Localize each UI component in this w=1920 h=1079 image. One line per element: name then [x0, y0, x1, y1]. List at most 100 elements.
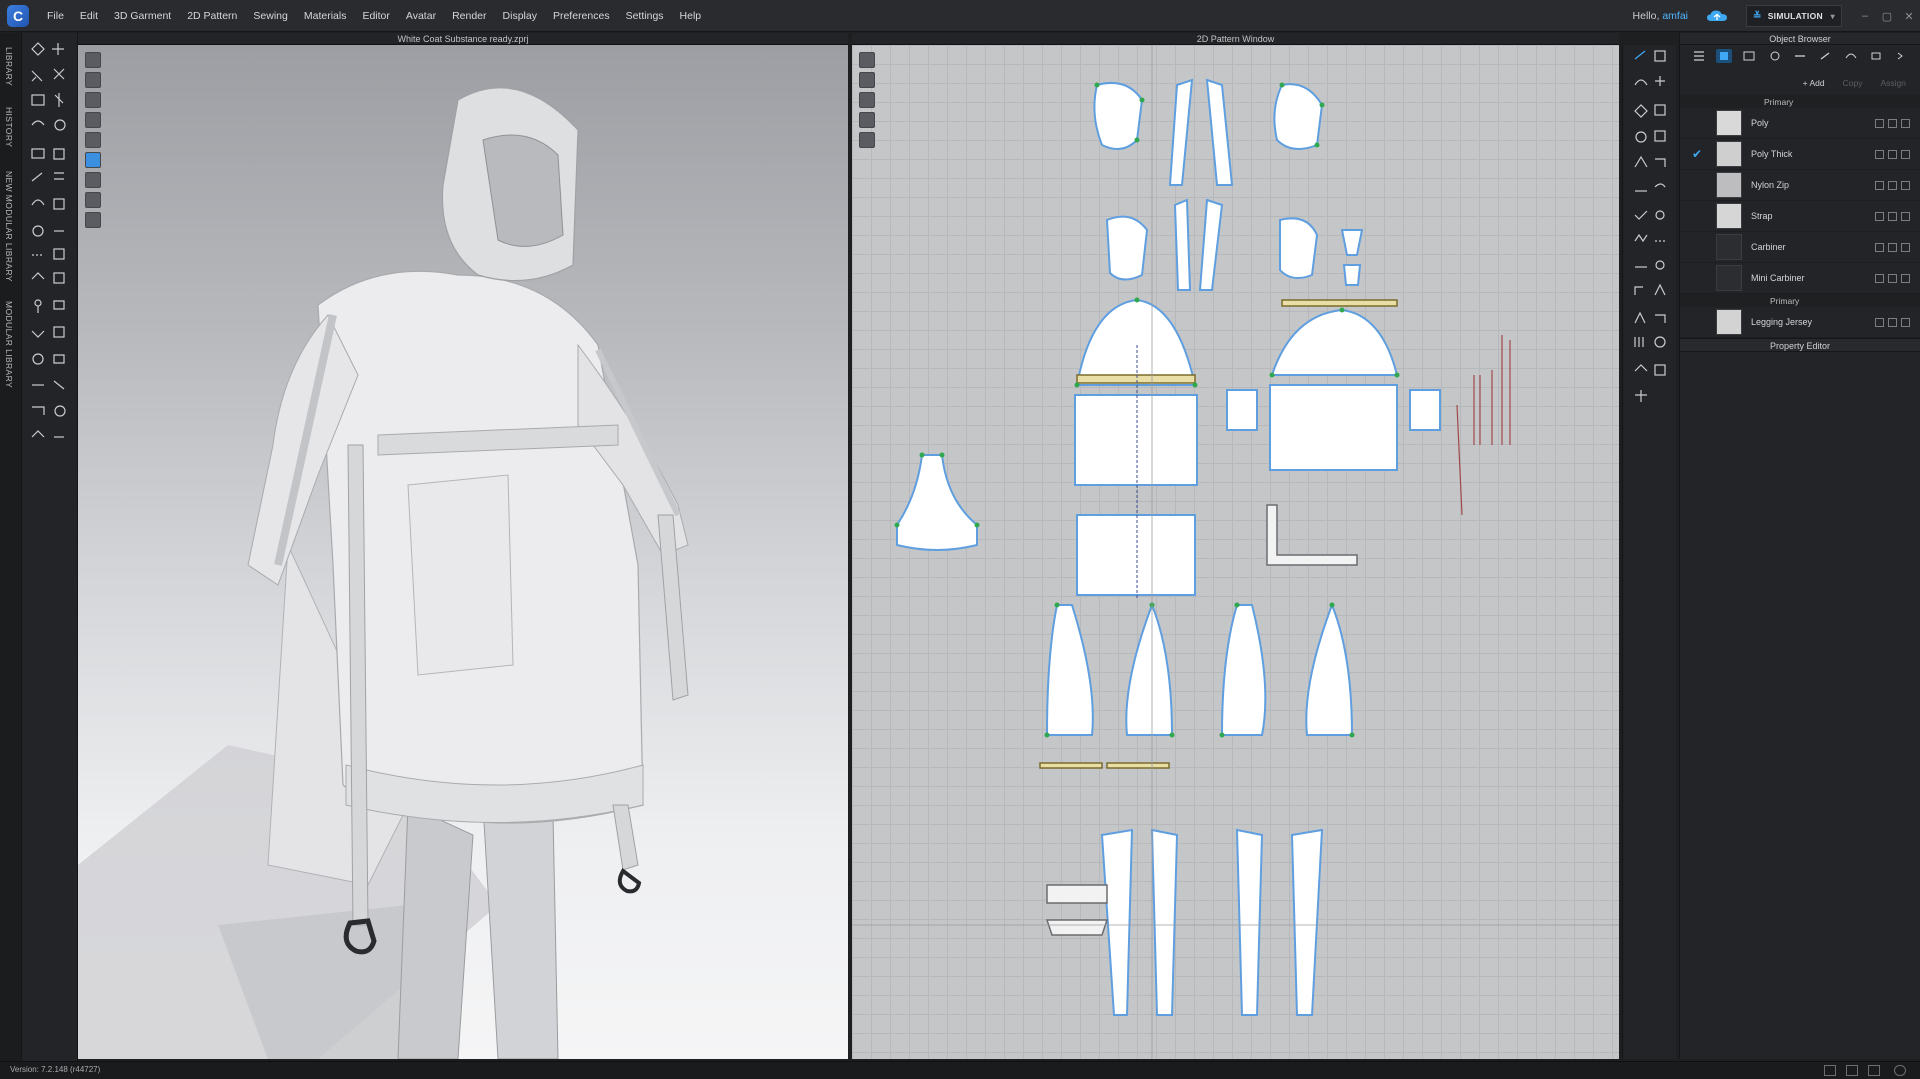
rotate-icon[interactable]	[54, 405, 66, 417]
transform-icon[interactable]	[31, 70, 43, 82]
dart-icon[interactable]	[1634, 155, 1648, 168]
menu-2d-pattern[interactable]: 2D Pattern	[179, 0, 245, 32]
menu-settings[interactable]: Settings	[618, 0, 672, 32]
copy-icon[interactable]	[1888, 118, 1897, 128]
annotation-icon[interactable]	[1634, 311, 1646, 324]
free-sewing-icon[interactable]	[1654, 183, 1666, 188]
sync-icon[interactable]	[1654, 336, 1666, 348]
mode-switch-dropdown[interactable]: ≚ SIMULATION ▾	[1746, 5, 1842, 27]
delete-icon[interactable]	[1901, 149, 1910, 159]
camera-icon[interactable]	[85, 72, 101, 88]
fabric-view-icon[interactable]	[85, 92, 101, 108]
button-list-icon[interactable]	[1741, 49, 1757, 63]
2d-info-icon[interactable]	[859, 132, 875, 148]
fabric-section-header[interactable]: Primary	[1680, 95, 1920, 108]
add-point-icon[interactable]	[1655, 76, 1665, 86]
grid-2d-icon[interactable]	[1654, 364, 1666, 376]
layout-2d-icon[interactable]	[1868, 1065, 1880, 1076]
apply-icon[interactable]	[1875, 118, 1884, 128]
layout-3d-icon[interactable]	[1846, 1065, 1858, 1076]
shrinkage-icon[interactable]	[53, 354, 65, 364]
pattern-piece-back-yoke[interactable]	[1075, 298, 1197, 386]
3d-canvas[interactable]	[78, 45, 848, 1059]
fold-icon[interactable]	[53, 68, 65, 80]
more-icon[interactable]	[1893, 49, 1909, 63]
minimize-icon[interactable]: –	[1854, 0, 1876, 32]
pattern-piece-cuff-2[interactable]	[1045, 919, 1109, 936]
circle-icon[interactable]	[1635, 131, 1647, 143]
check-icon[interactable]: ✔	[1692, 147, 1706, 161]
garment-view-icon[interactable]	[85, 152, 101, 168]
topstitch-list-icon[interactable]	[1843, 49, 1859, 63]
hem-band-2[interactable]	[1106, 762, 1170, 769]
fabric-section-header-2[interactable]: Primary	[1680, 294, 1920, 307]
copy-icon[interactable]	[1888, 180, 1897, 190]
waist-band-back[interactable]	[1076, 374, 1196, 384]
check-sewing-icon[interactable]	[1634, 210, 1648, 220]
menu-materials[interactable]: Materials	[296, 0, 355, 32]
pull-icon[interactable]	[31, 430, 45, 438]
app-logo-icon[interactable]: C	[7, 4, 29, 27]
fabric-row[interactable]: Carbiner	[1680, 232, 1920, 263]
avatar-view-icon[interactable]	[85, 132, 101, 148]
move-icon[interactable]	[52, 43, 64, 55]
buttonhole-list-icon[interactable]	[1767, 49, 1783, 63]
button-2d-icon[interactable]	[1655, 260, 1665, 270]
fabric-row[interactable]: Legging Jersey	[1680, 307, 1920, 338]
delete-icon[interactable]	[1901, 211, 1910, 221]
text-icon[interactable]	[1654, 283, 1666, 296]
apply-icon[interactable]	[1875, 242, 1884, 252]
pattern-piece-sleeve-left-b[interactable]	[1125, 602, 1174, 736]
texture-view-icon[interactable]	[85, 112, 101, 128]
pattern-piece-hood-right[interactable]	[1273, 83, 1324, 150]
pattern-piece-pocket-left[interactable]	[1226, 389, 1258, 431]
pattern-piece-front-yoke[interactable]	[1270, 308, 1399, 376]
fabric-icon[interactable]	[1715, 49, 1732, 63]
environment-icon[interactable]	[85, 212, 101, 228]
view-mode-icon[interactable]	[85, 52, 101, 68]
apply-icon[interactable]	[1875, 149, 1884, 159]
pressure-icon[interactable]	[32, 353, 44, 365]
delete-icon[interactable]	[1901, 317, 1910, 327]
copy-icon[interactable]	[1888, 317, 1897, 327]
copy-icon[interactable]	[1888, 211, 1897, 221]
pattern-piece-sleeve-right-a[interactable]	[1220, 604, 1267, 736]
fit-icon[interactable]	[31, 330, 45, 338]
pattern-piece-hood-band[interactable]	[1173, 198, 1192, 291]
pattern-piece-hood-center-right[interactable]	[1205, 78, 1234, 186]
pattern-piece-hood-band-2[interactable]	[1198, 198, 1224, 291]
maximize-icon[interactable]: ▢	[1876, 0, 1898, 32]
apply-icon[interactable]	[1875, 211, 1884, 221]
fabric-row[interactable]: Mini Carbiner	[1680, 263, 1920, 294]
texture-icon[interactable]	[53, 248, 65, 260]
menu-edit[interactable]: Edit	[72, 0, 106, 32]
apply-icon[interactable]	[1875, 180, 1884, 190]
menu-render[interactable]: Render	[444, 0, 494, 32]
pattern-piece-toggle[interactable]	[1340, 229, 1364, 256]
tack-2d-icon[interactable]	[1655, 210, 1665, 220]
pattern-piece-back-body[interactable]	[1074, 394, 1198, 486]
pattern-piece-pocket-right[interactable]	[1409, 389, 1441, 431]
2d-thickness-icon[interactable]	[859, 112, 875, 128]
pattern-piece-front-body[interactable]	[1269, 384, 1398, 471]
graphic-icon[interactable]	[53, 272, 65, 284]
tab-modular-library[interactable]: MODULAR LIBRARY	[4, 301, 14, 388]
fabric-row[interactable]: Poly	[1680, 108, 1920, 139]
assign-fabric-button[interactable]: Assign	[1874, 76, 1912, 90]
pleat-icon[interactable]	[1634, 233, 1648, 243]
polygon-icon[interactable]	[1634, 104, 1648, 118]
2d-fabric-icon[interactable]	[859, 92, 875, 108]
internal-polygon-icon[interactable]	[1654, 130, 1666, 142]
pin-icon[interactable]	[54, 93, 64, 107]
pattern-piece-sleeve-right-b[interactable]	[1305, 602, 1354, 736]
avatar-measure-icon[interactable]	[53, 300, 65, 310]
neck-band[interactable]	[1281, 299, 1398, 307]
shading-icon[interactable]	[85, 172, 101, 188]
gizmo-icon[interactable]	[31, 94, 45, 106]
menu-preferences[interactable]: Preferences	[545, 0, 618, 32]
trim-icon[interactable]	[31, 272, 45, 280]
pattern-piece-back-skirt[interactable]	[1076, 514, 1196, 596]
scale-icon[interactable]	[32, 406, 45, 415]
copy-fabric-button[interactable]: Copy	[1837, 76, 1869, 90]
copy-icon[interactable]	[1888, 242, 1897, 252]
